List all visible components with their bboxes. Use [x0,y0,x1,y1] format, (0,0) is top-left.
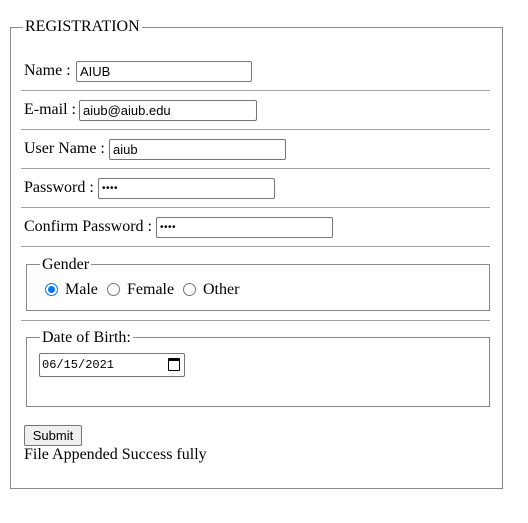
dob-legend: Date of Birth: [40,329,133,346]
dob-date-input[interactable]: 06/15/2021 [39,353,185,377]
username-input[interactable]: aiub [109,139,286,160]
username-label: User Name : [24,140,105,157]
gender-female-label: Female [127,281,175,298]
divider [21,207,490,208]
gender-legend: Gender [40,256,92,273]
dob-date-value: 06/15/2021 [42,358,115,372]
gender-other-radio[interactable] [183,283,196,296]
gender-male-label: Male [65,281,98,298]
name-label: Name : [24,62,71,79]
divider [21,129,490,130]
password-label: Password : [24,179,94,196]
divider [21,168,490,169]
name-input[interactable]: AIUB [76,61,252,82]
divider [21,246,490,247]
confirm-password-input[interactable]: •••• [156,217,333,238]
status-message: File Appended Success fully [24,446,207,463]
email-label: E-mail : [24,101,76,118]
gender-female-radio[interactable] [107,283,120,296]
divider [21,90,490,91]
password-input[interactable]: •••• [98,178,275,199]
divider [21,320,490,321]
gender-other-label: Other [203,281,240,298]
calendar-icon[interactable] [168,358,180,371]
submit-button[interactable]: Submit [24,425,82,446]
email-input[interactable]: aiub@aiub.edu [79,100,257,121]
registration-legend: REGISTRATION [23,18,142,35]
confirm-password-label: Confirm Password : [24,218,152,235]
gender-male-radio[interactable] [45,283,58,296]
